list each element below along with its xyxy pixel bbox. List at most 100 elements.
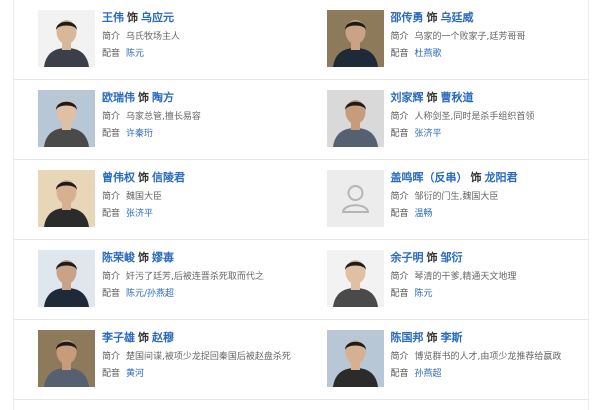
actor-photo[interactable] — [38, 330, 95, 387]
intro-label: 简介 — [102, 192, 121, 202]
voice-label: 配音 — [102, 129, 121, 139]
actor-name-link[interactable]: 刘家辉 — [391, 91, 424, 104]
voice-label: 配音 — [102, 369, 121, 379]
cast-title: 李子雄饰赵穆 — [102, 331, 291, 345]
voice-line: 配音 杜燕歌 — [391, 49, 526, 60]
plays-label: 饰 — [426, 331, 438, 344]
role-name-link[interactable]: 嫪毐 — [152, 251, 174, 264]
voice-line: 配音 陈元/孙燕超 — [102, 289, 264, 300]
cast-title: 盖鸣晖（反串）饰龙阳君 — [391, 171, 518, 185]
role-name-link[interactable]: 李斯 — [441, 331, 463, 344]
intro-text: 乌家的一个败家子,廷芳哥哥 — [414, 32, 526, 42]
cast-card: 陈国邦饰李斯 简介 博览群书的人才,由项少龙推荐给嬴政 配音 孙燕超 — [301, 320, 590, 399]
plays-label: 饰 — [127, 11, 138, 24]
voice-actor-link[interactable]: 黄河 — [126, 369, 144, 379]
voice-actor-link[interactable]: 陈元 — [415, 289, 433, 299]
cast-card: 刘家辉饰曹秋道 简介 人称剑圣,同时是杀手组织首领 配音 张济平 — [301, 80, 590, 159]
intro-text: 博览群书的人才,由项少龙推荐给嬴政 — [414, 352, 562, 362]
intro-label: 简介 — [390, 272, 409, 282]
role-name-link[interactable]: 龙阳君 — [485, 171, 518, 184]
cast-card: 曾伟权饰信陵君 简介 魏国大臣 配音 张济平 — [14, 160, 301, 239]
actor-photo[interactable] — [38, 250, 95, 307]
actor-name-link[interactable]: 余子明 — [391, 251, 424, 264]
intro-line: 简介 琴清的干爹,精通天文地理 — [391, 272, 517, 283]
intro-text: 奸污了廷芳,后被连晋杀死取而代之 — [126, 272, 264, 282]
voice-line: 配音 黄河 — [102, 369, 291, 380]
cast-row: 曾伟权饰信陵君 简介 魏国大臣 配音 张济平 盖鸣晖（反串）饰龙阳君 简介 邹衍的门生… — [14, 160, 589, 240]
actor-portrait-photo — [326, 10, 384, 67]
role-name-link[interactable]: 陶方 — [152, 91, 174, 104]
voice-actor-link[interactable]: 陈元/孙燕超 — [126, 289, 174, 299]
actor-portrait-photo — [326, 330, 384, 387]
voice-label: 配音 — [390, 369, 409, 379]
cast-title: 邵传勇饰乌廷威 — [391, 11, 526, 25]
voice-actor-link[interactable]: 温畅 — [415, 209, 433, 219]
plays-label: 饰 — [426, 251, 438, 264]
actor-photo[interactable] — [326, 250, 384, 307]
intro-line: 简介 魏国大臣 — [102, 192, 185, 203]
cast-info: 余子明饰邹衍 简介 琴清的干爹,精通天文地理 配音 陈元 — [391, 250, 517, 319]
plays-label: 饰 — [426, 91, 438, 104]
cast-title: 余子明饰邹衍 — [391, 251, 517, 265]
actor-portrait-photo — [38, 330, 95, 387]
plays-label: 饰 — [470, 171, 482, 184]
plays-label: 饰 — [138, 331, 149, 344]
actor-photo[interactable] — [38, 10, 95, 67]
cast-title: 欧瑞伟饰陶方 — [102, 91, 201, 105]
voice-line: 配音 许秦珩 — [102, 129, 201, 140]
cast-info: 陈国邦饰李斯 简介 博览群书的人才,由项少龙推荐给嬴政 配音 孙燕超 — [391, 330, 562, 399]
voice-actor-link[interactable]: 孙燕超 — [415, 369, 442, 379]
intro-line: 简介 奸污了廷芳,后被连晋杀死取而代之 — [102, 272, 264, 283]
cast-title: 王伟饰乌应元 — [102, 11, 180, 25]
voice-line: 配音 张济平 — [102, 209, 185, 220]
actor-name-link[interactable]: 王伟 — [102, 11, 124, 24]
cast-row: 欧瑞伟饰陶方 简介 乌家总管,擅长易容 配音 许秦珩 刘家辉饰曹秋道 简介 人称剑圣,… — [14, 80, 589, 160]
intro-label: 简介 — [390, 112, 409, 122]
intro-label: 简介 — [102, 112, 121, 122]
cast-info: 曾伟权饰信陵君 简介 魏国大臣 配音 张济平 — [102, 170, 185, 239]
intro-line: 简介 乌家总管,擅长易容 — [102, 112, 201, 123]
actor-name-link[interactable]: 曾伟权 — [102, 171, 135, 184]
actor-name-link[interactable]: 李子雄 — [102, 331, 135, 344]
actor-photo[interactable] — [326, 10, 384, 67]
intro-text: 琴清的干爹,精通天文地理 — [414, 272, 517, 282]
role-name-link[interactable]: 曹秋道 — [441, 91, 474, 104]
voice-actor-link[interactable]: 杜燕歌 — [415, 49, 442, 59]
voice-actor-link[interactable]: 张济平 — [415, 129, 442, 139]
role-name-link[interactable]: 赵穆 — [152, 331, 174, 344]
voice-actor-link[interactable]: 陈元 — [126, 49, 144, 59]
cast-list-page: 王伟饰乌应元 简介 乌氏牧场主人 配音 陈元 邵传勇饰乌廷威 简介 乌家的一个败家子,… — [0, 0, 600, 410]
intro-text: 楚国间谍,被项少龙捉回秦国后被赵盘杀死 — [126, 352, 291, 362]
voice-actor-link[interactable]: 张济平 — [126, 209, 153, 219]
role-name-link[interactable]: 乌应元 — [141, 11, 174, 24]
voice-label: 配音 — [102, 289, 121, 299]
actor-photo[interactable] — [38, 170, 95, 227]
actor-name-link[interactable]: 欧瑞伟 — [102, 91, 135, 104]
role-name-link[interactable]: 邹衍 — [441, 251, 463, 264]
actor-photo[interactable] — [326, 330, 384, 387]
actor-photo[interactable] — [326, 90, 384, 147]
intro-label: 简介 — [390, 192, 409, 202]
voice-line: 配音 陈元 — [391, 289, 517, 300]
actor-name-link[interactable]: 陈国邦 — [391, 331, 424, 344]
actor-portrait-photo — [38, 10, 95, 67]
role-name-link[interactable]: 乌廷威 — [441, 11, 474, 24]
actor-name-link[interactable]: 邵传勇 — [391, 11, 424, 24]
voice-line: 配音 孙燕超 — [391, 369, 562, 380]
cast-info: 刘家辉饰曹秋道 简介 人称剑圣,同时是杀手组织首领 配音 张济平 — [391, 90, 535, 159]
actor-photo[interactable] — [326, 170, 384, 227]
voice-line: 配音 张济平 — [391, 129, 535, 140]
intro-line: 简介 楚国间谍,被项少龙捉回秦国后被赵盘杀死 — [102, 352, 291, 363]
actor-portrait-photo — [38, 250, 95, 307]
intro-line: 简介 博览群书的人才,由项少龙推荐给嬴政 — [391, 352, 562, 363]
actor-name-link[interactable]: 陈荣峻 — [102, 251, 135, 264]
intro-label: 简介 — [390, 352, 409, 362]
role-name-link[interactable]: 信陵君 — [152, 171, 185, 184]
actor-name-link[interactable]: 盖鸣晖（反串） — [391, 171, 468, 184]
voice-label: 配音 — [102, 49, 121, 59]
voice-actor-link[interactable]: 许秦珩 — [126, 129, 153, 139]
plays-label: 饰 — [138, 91, 149, 104]
actor-photo[interactable] — [38, 90, 95, 147]
intro-label: 简介 — [102, 352, 121, 362]
cast-card: 李子雄饰赵穆 简介 楚国间谍,被项少龙捉回秦国后被赵盘杀死 配音 黄河 — [14, 320, 301, 399]
